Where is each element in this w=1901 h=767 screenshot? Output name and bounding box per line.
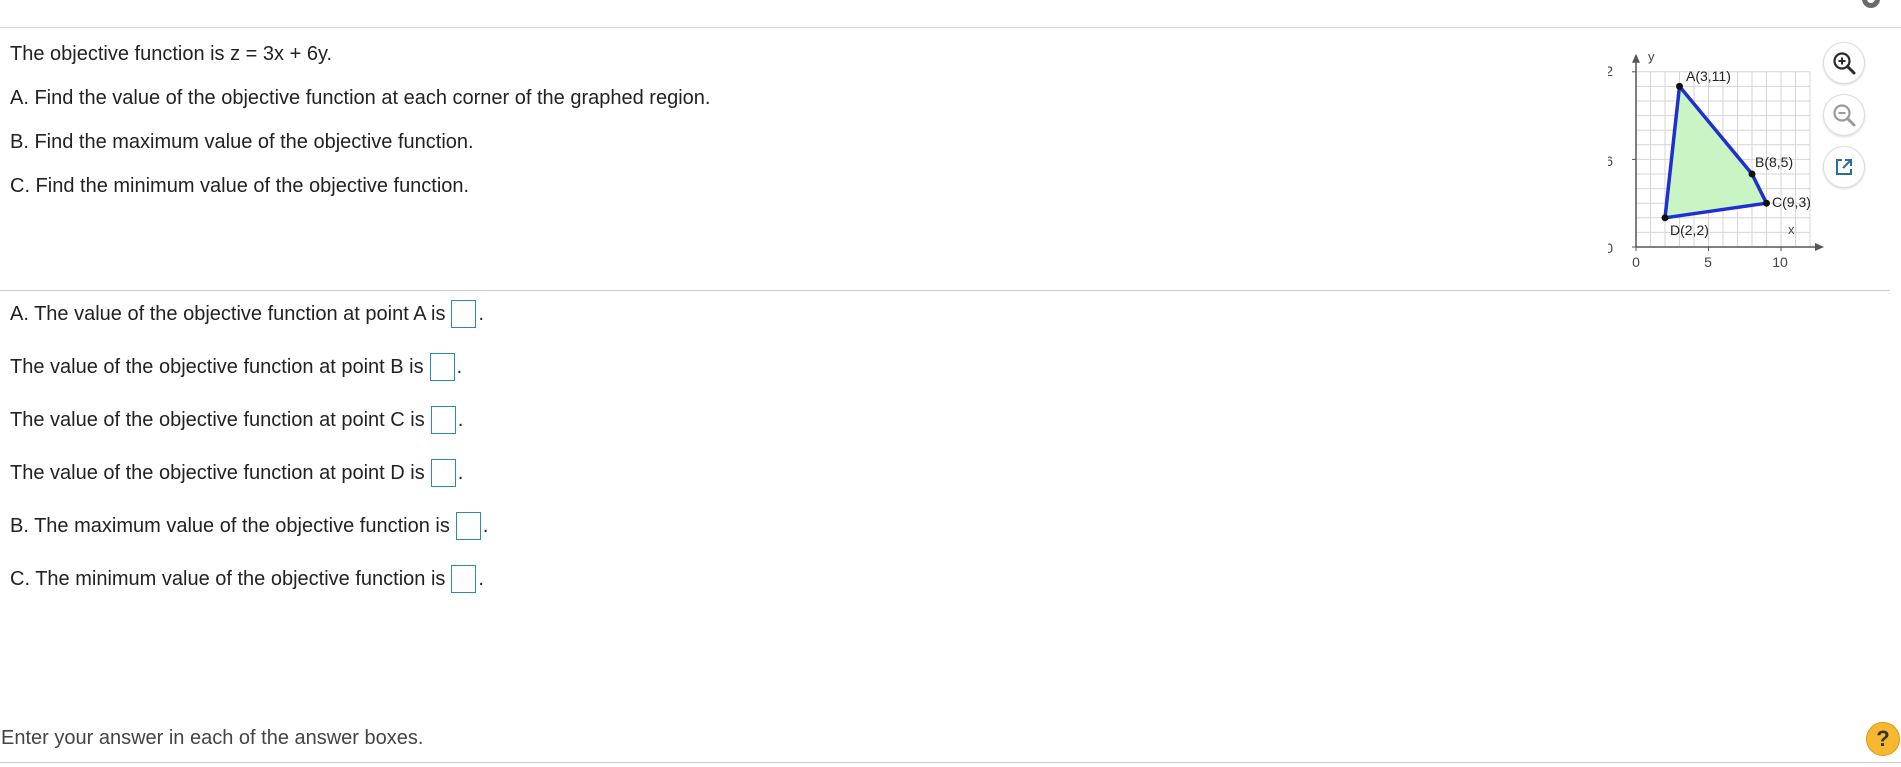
corner-point-d bbox=[1661, 214, 1669, 222]
feasible-region-graph: 12 6 0 0 5 10 y x A(3,11) B(8,5) C(9,3) … bbox=[1608, 49, 1824, 270]
zoom-out-icon bbox=[1833, 104, 1856, 127]
answer-box-max[interactable] bbox=[455, 512, 481, 540]
answer-a-label: A. The value of the objective function a… bbox=[10, 303, 446, 325]
answer-instruction: Enter your answer in each of the answer … bbox=[1, 727, 424, 749]
period: . bbox=[457, 409, 464, 431]
x-tick-10: 10 bbox=[1772, 254, 1788, 270]
feasible-region bbox=[1663, 84, 1769, 220]
part-a-instruction: A. Find the value of the objective funct… bbox=[10, 87, 711, 109]
answer-box-a[interactable] bbox=[451, 300, 477, 328]
zoom-in-icon bbox=[1833, 52, 1856, 75]
answer-box-d[interactable] bbox=[430, 459, 456, 487]
part-b-instruction: B. Find the maximum value of the objecti… bbox=[10, 131, 474, 153]
x-axis-label: x bbox=[1788, 222, 1795, 237]
x-tick-0: 0 bbox=[1632, 254, 1640, 270]
point-b-label: B(8,5) bbox=[1755, 154, 1793, 170]
answer-max-label: B. The maximum value of the objective fu… bbox=[10, 515, 450, 537]
y-tick-0: 0 bbox=[1608, 240, 1613, 256]
answer-box-b[interactable] bbox=[429, 353, 455, 381]
period: . bbox=[478, 303, 485, 325]
answer-box-min[interactable] bbox=[451, 565, 477, 593]
corner-point-a bbox=[1676, 82, 1683, 90]
answer-row-c: The value of the objective function at p… bbox=[10, 406, 463, 434]
y-tick-12: 12 bbox=[1608, 63, 1613, 79]
point-c-label: C(9,3) bbox=[1772, 194, 1811, 210]
answer-b-label: The value of the objective function at p… bbox=[10, 356, 424, 378]
help-button[interactable]: ? bbox=[1866, 722, 1900, 756]
section-divider bbox=[0, 290, 1890, 291]
period: . bbox=[482, 515, 489, 537]
answer-row-a: A. The value of the objective function a… bbox=[10, 300, 484, 328]
y-axis-arrow bbox=[1632, 53, 1640, 63]
zoom-in-button[interactable] bbox=[1823, 42, 1865, 84]
answer-row-min: C. The minimum value of the objective fu… bbox=[10, 565, 484, 593]
answer-row-max: B. The maximum value of the objective fu… bbox=[10, 512, 488, 540]
y-tick-6: 6 bbox=[1608, 153, 1613, 169]
answer-box-c[interactable] bbox=[430, 406, 456, 434]
corner-point-b bbox=[1748, 170, 1756, 178]
zoom-out-button[interactable] bbox=[1823, 94, 1865, 136]
corner-point-c bbox=[1763, 199, 1770, 207]
answer-min-label: C. The minimum value of the objective fu… bbox=[10, 568, 446, 590]
period: . bbox=[457, 462, 464, 484]
popout-icon bbox=[1836, 159, 1852, 175]
x-axis-arrow bbox=[1815, 243, 1824, 251]
objective-statement: The objective function is z = 3x + 6y. bbox=[10, 43, 333, 65]
top-divider bbox=[0, 27, 1901, 28]
answer-row-b: The value of the objective function at p… bbox=[10, 353, 462, 381]
popout-button[interactable] bbox=[1823, 146, 1865, 188]
answer-c-label: The value of the objective function at p… bbox=[10, 409, 425, 431]
x-tick-5: 5 bbox=[1704, 254, 1712, 270]
bottom-divider bbox=[0, 762, 1901, 763]
y-axis-label: y bbox=[1648, 49, 1655, 64]
answer-row-d: The value of the objective function at p… bbox=[10, 459, 463, 487]
part-c-instruction: C. Find the minimum value of the objecti… bbox=[10, 175, 470, 197]
period: . bbox=[478, 568, 484, 590]
point-d-label: D(2,2) bbox=[1670, 222, 1709, 238]
point-a-label: A(3,11) bbox=[1686, 68, 1731, 84]
answer-d-label: The value of the objective function at p… bbox=[10, 462, 425, 484]
gear-icon[interactable] bbox=[1858, 0, 1884, 12]
period: . bbox=[456, 356, 463, 378]
